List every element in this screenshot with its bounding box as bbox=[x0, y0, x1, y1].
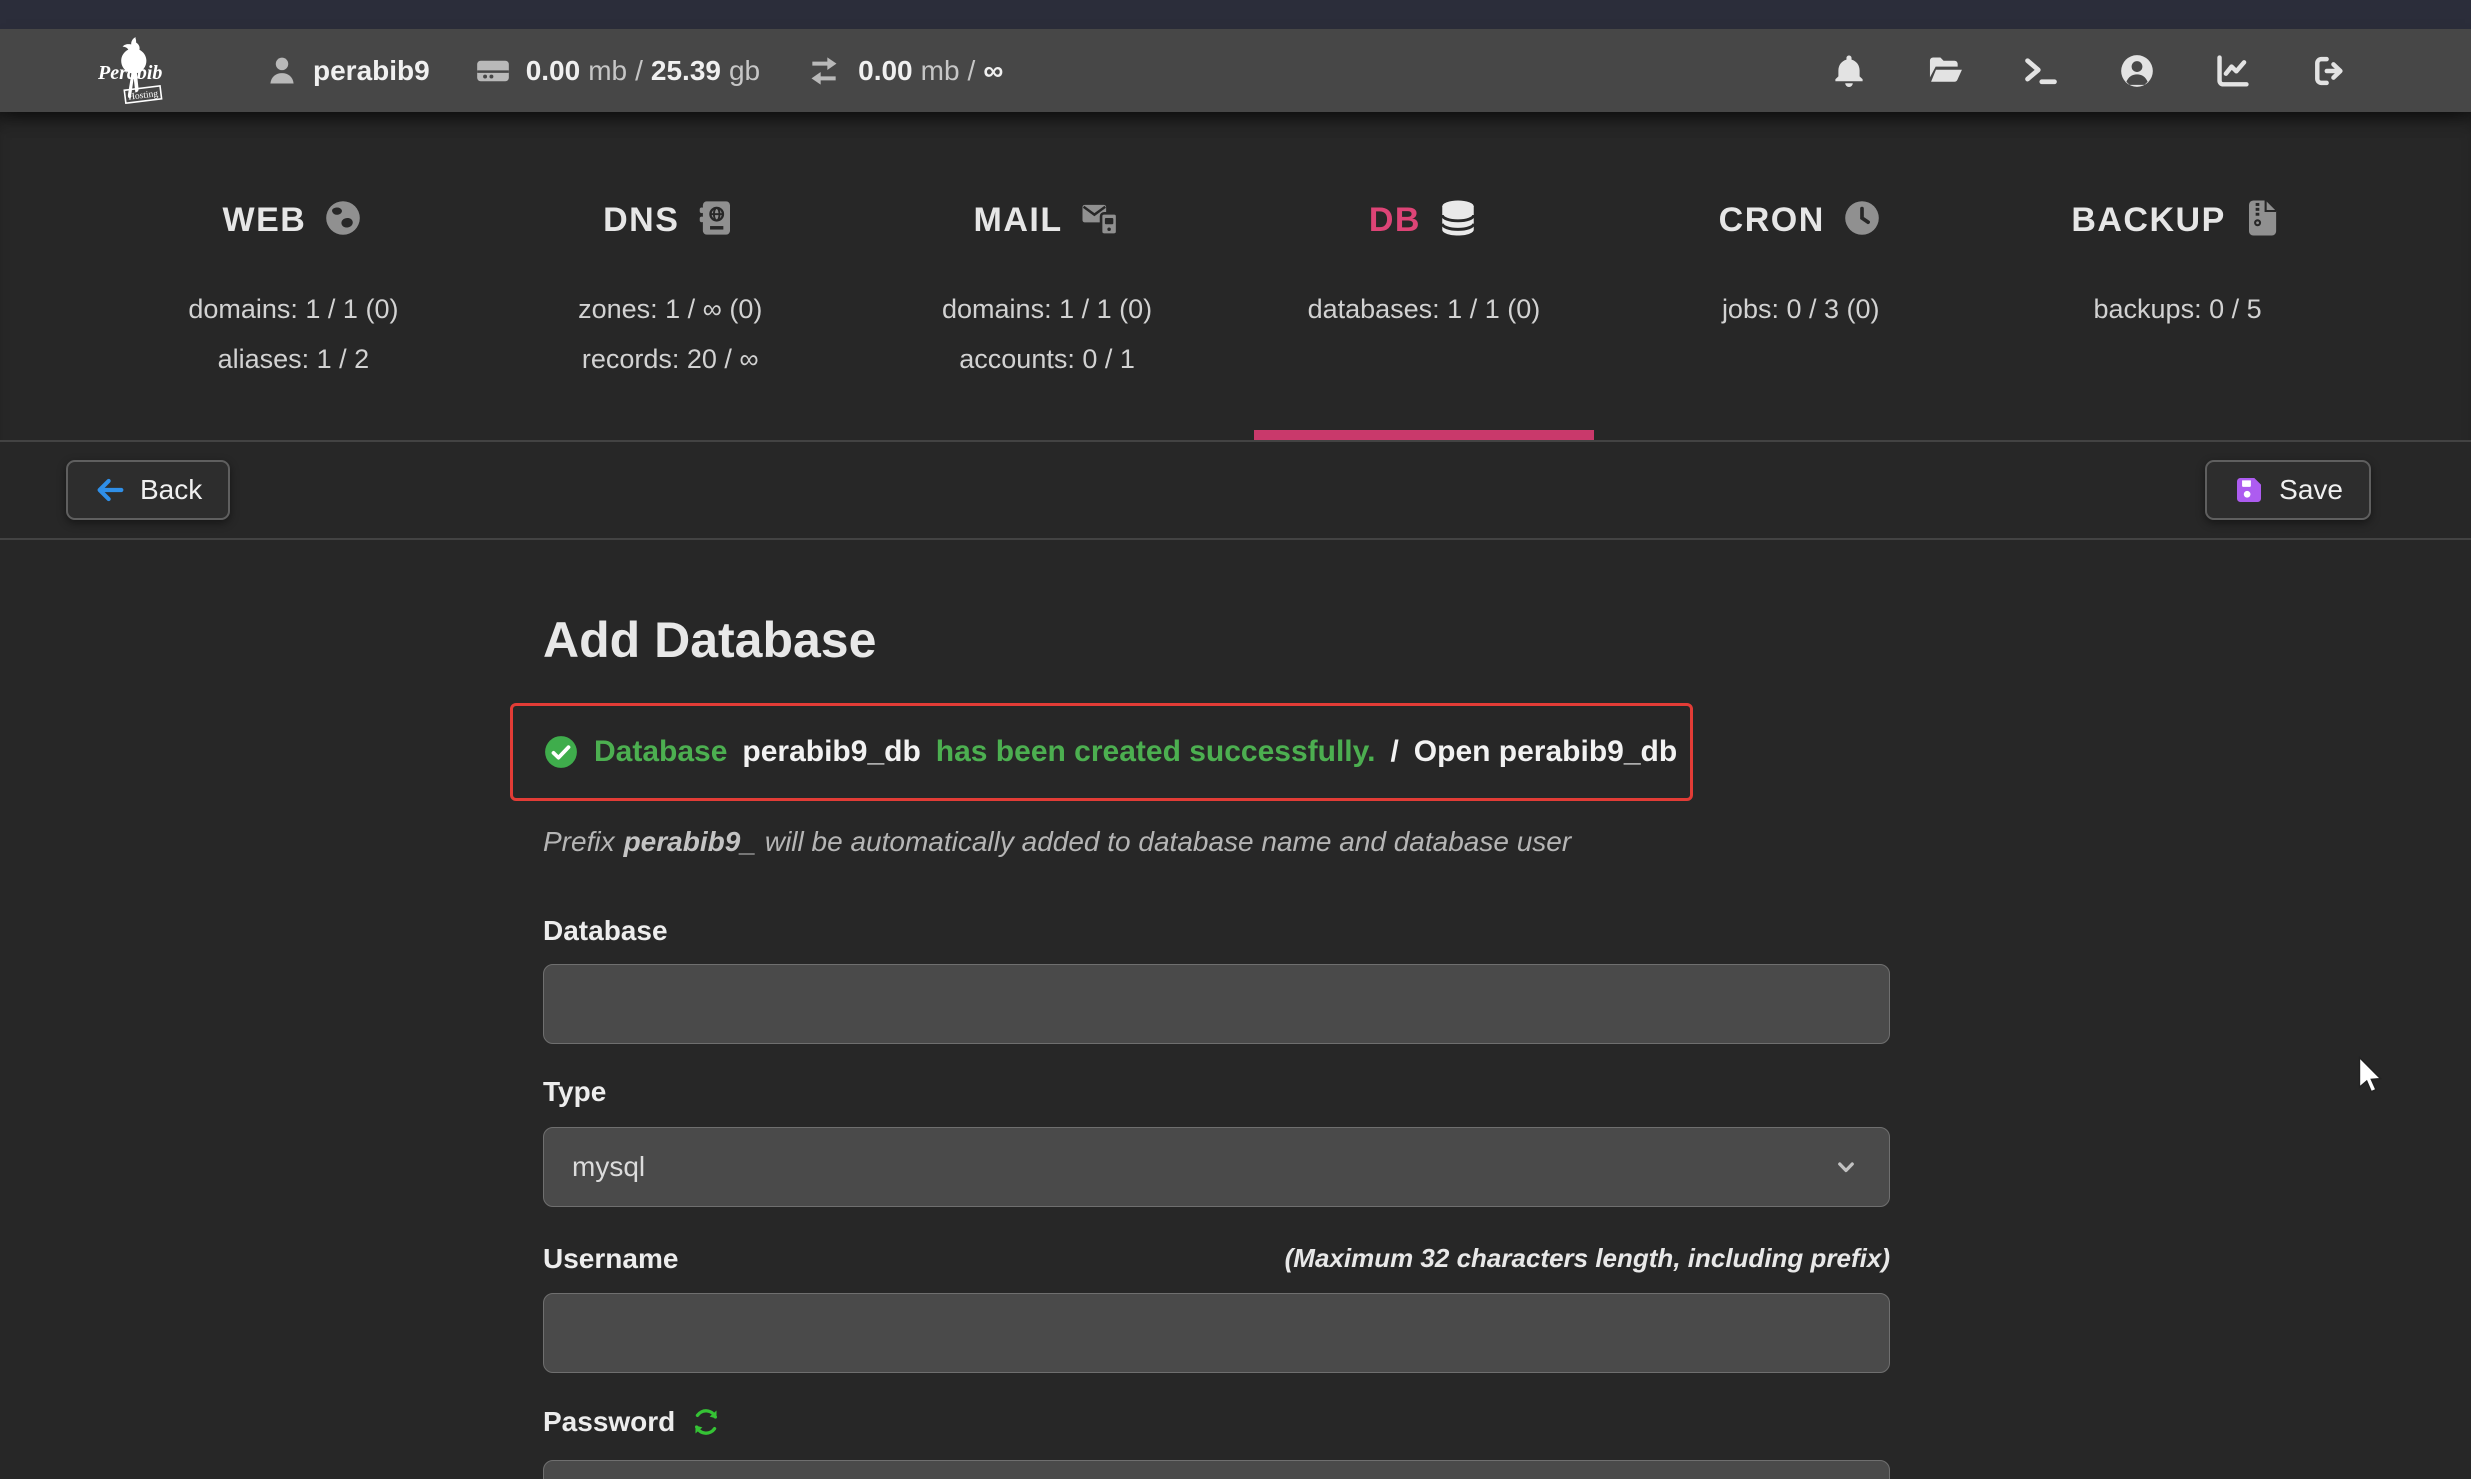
alert-text: has been created successfully. bbox=[936, 735, 1376, 769]
tab-cron-label: CRON bbox=[1719, 201, 1825, 240]
notifications-button[interactable] bbox=[1830, 52, 1868, 90]
tab-web-label: WEB bbox=[223, 201, 307, 240]
alert-text: Database bbox=[594, 735, 727, 769]
floppy-disk-icon bbox=[2233, 474, 2265, 506]
user-icon bbox=[265, 54, 299, 88]
arrow-left-icon bbox=[94, 474, 126, 506]
account-button[interactable] bbox=[2118, 52, 2156, 90]
action-toolbar: Back Save bbox=[0, 440, 2471, 540]
tab-mail[interactable]: MAIL domains: 1 / 1 (0) accounts: 0 / 1 bbox=[859, 112, 1236, 440]
terminal-button[interactable] bbox=[2022, 52, 2060, 90]
header-actions bbox=[1830, 52, 2348, 90]
logo-wordmark: Perabib bbox=[97, 62, 162, 84]
sign-out-icon bbox=[2310, 52, 2348, 90]
clock-icon bbox=[1841, 197, 1883, 244]
tab-mail-stat: domains: 1 / 1 (0) bbox=[859, 284, 1236, 334]
file-manager-button[interactable] bbox=[1926, 52, 1964, 90]
chart-line-icon bbox=[2214, 52, 2252, 90]
logo-tag: Hosting bbox=[128, 89, 159, 103]
database-icon bbox=[1437, 197, 1479, 244]
database-input[interactable] bbox=[543, 964, 1890, 1044]
chevron-down-icon bbox=[1831, 1152, 1861, 1182]
tab-web[interactable]: WEB domains: 1 / 1 (0) aliases: 1 / 2 bbox=[105, 112, 482, 440]
terminal-icon bbox=[2022, 52, 2060, 90]
username-hint: (Maximum 32 characters length, including… bbox=[1285, 1243, 1890, 1274]
page-title: Add Database bbox=[543, 615, 2471, 665]
logout-button[interactable] bbox=[2310, 52, 2348, 90]
save-button-label: Save bbox=[2279, 474, 2343, 506]
hard-drive-icon bbox=[474, 52, 512, 90]
tab-web-stat: aliases: 1 / 2 bbox=[105, 334, 482, 384]
tab-web-stat: domains: 1 / 1 (0) bbox=[105, 284, 482, 334]
tab-db-label: DB bbox=[1369, 201, 1421, 240]
tab-cron-stat: jobs: 0 / 3 (0) bbox=[1612, 284, 1989, 334]
alert-separator: / bbox=[1390, 735, 1398, 769]
top-dark-strip bbox=[0, 0, 2471, 29]
type-label: Type bbox=[543, 1077, 2471, 1107]
tab-backup[interactable]: BACKUP backups: 0 / 5 bbox=[1989, 112, 2366, 440]
tab-backup-label: BACKUP bbox=[2071, 201, 2225, 240]
password-label: Password bbox=[543, 1407, 675, 1437]
check-circle-icon bbox=[543, 734, 579, 770]
bandwidth-usage: 0.00 mb / ∞ bbox=[858, 55, 1003, 87]
tab-backup-stat: backups: 0 / 5 bbox=[1989, 284, 2366, 334]
globe-icon bbox=[322, 197, 364, 244]
username-label: Username bbox=[543, 1244, 678, 1274]
open-database-link[interactable]: Open perabib9_db bbox=[1414, 735, 1677, 769]
tab-dns-stat: records: 20 / ∞ bbox=[482, 334, 859, 384]
statistics-button[interactable] bbox=[2214, 52, 2252, 90]
password-input[interactable] bbox=[543, 1460, 1890, 1479]
type-select[interactable]: mysql bbox=[543, 1127, 1890, 1207]
tab-dns-label: DNS bbox=[603, 201, 679, 240]
bell-icon bbox=[1830, 52, 1868, 90]
user-circle-icon bbox=[2118, 52, 2156, 90]
transfer-arrows-icon bbox=[804, 51, 844, 91]
header-username[interactable]: perabib9 bbox=[313, 55, 430, 87]
tab-mail-label: MAIL bbox=[974, 201, 1063, 240]
tab-db-stat: databases: 1 / 1 (0) bbox=[1235, 284, 1612, 334]
database-label: Database bbox=[543, 916, 2471, 946]
save-button[interactable]: Save bbox=[2205, 460, 2371, 520]
back-button[interactable]: Back bbox=[66, 460, 230, 520]
app-logo[interactable]: Perabib Hosting bbox=[95, 33, 165, 111]
file-zipper-icon bbox=[2242, 197, 2284, 244]
tab-cron[interactable]: CRON jobs: 0 / 3 (0) bbox=[1612, 112, 1989, 440]
generate-password-icon[interactable] bbox=[690, 1406, 722, 1438]
folder-open-icon bbox=[1926, 52, 1964, 90]
tab-mail-stat: accounts: 0 / 1 bbox=[859, 334, 1236, 384]
type-select-value: mysql bbox=[572, 1151, 645, 1183]
back-button-label: Back bbox=[140, 474, 202, 506]
tab-db[interactable]: DB databases: 1 / 1 (0) bbox=[1235, 112, 1612, 440]
username-input[interactable] bbox=[543, 1293, 1890, 1373]
success-alert: Database perabib9_db has been created su… bbox=[510, 703, 1693, 801]
alert-db-name: perabib9_db bbox=[742, 735, 920, 769]
user-info-bar: perabib9 0.00 mb / 25.39 gb 0.00 mb / ∞ bbox=[265, 51, 1003, 91]
disk-usage: 0.00 mb / 25.39 gb bbox=[526, 55, 760, 87]
tab-dns-stat: zones: 1 / ∞ (0) bbox=[482, 284, 859, 334]
main-content: Add Database Database perabib9_db has be… bbox=[0, 540, 2471, 1479]
prefix-note: Prefix perabib9_ will be automatically a… bbox=[543, 826, 2471, 858]
address-book-icon bbox=[695, 197, 737, 244]
mail-bulk-icon bbox=[1079, 197, 1121, 244]
active-tab-indicator bbox=[1254, 430, 1594, 440]
tab-dns[interactable]: DNS zones: 1 / ∞ (0) records: 20 / ∞ bbox=[482, 112, 859, 440]
section-nav: WEB domains: 1 / 1 (0) aliases: 1 / 2 DN… bbox=[0, 112, 2471, 440]
app-header: Perabib Hosting perabib9 0.00 mb / 25.39… bbox=[0, 29, 2471, 112]
prefix-value: perabib9_ bbox=[624, 826, 756, 858]
